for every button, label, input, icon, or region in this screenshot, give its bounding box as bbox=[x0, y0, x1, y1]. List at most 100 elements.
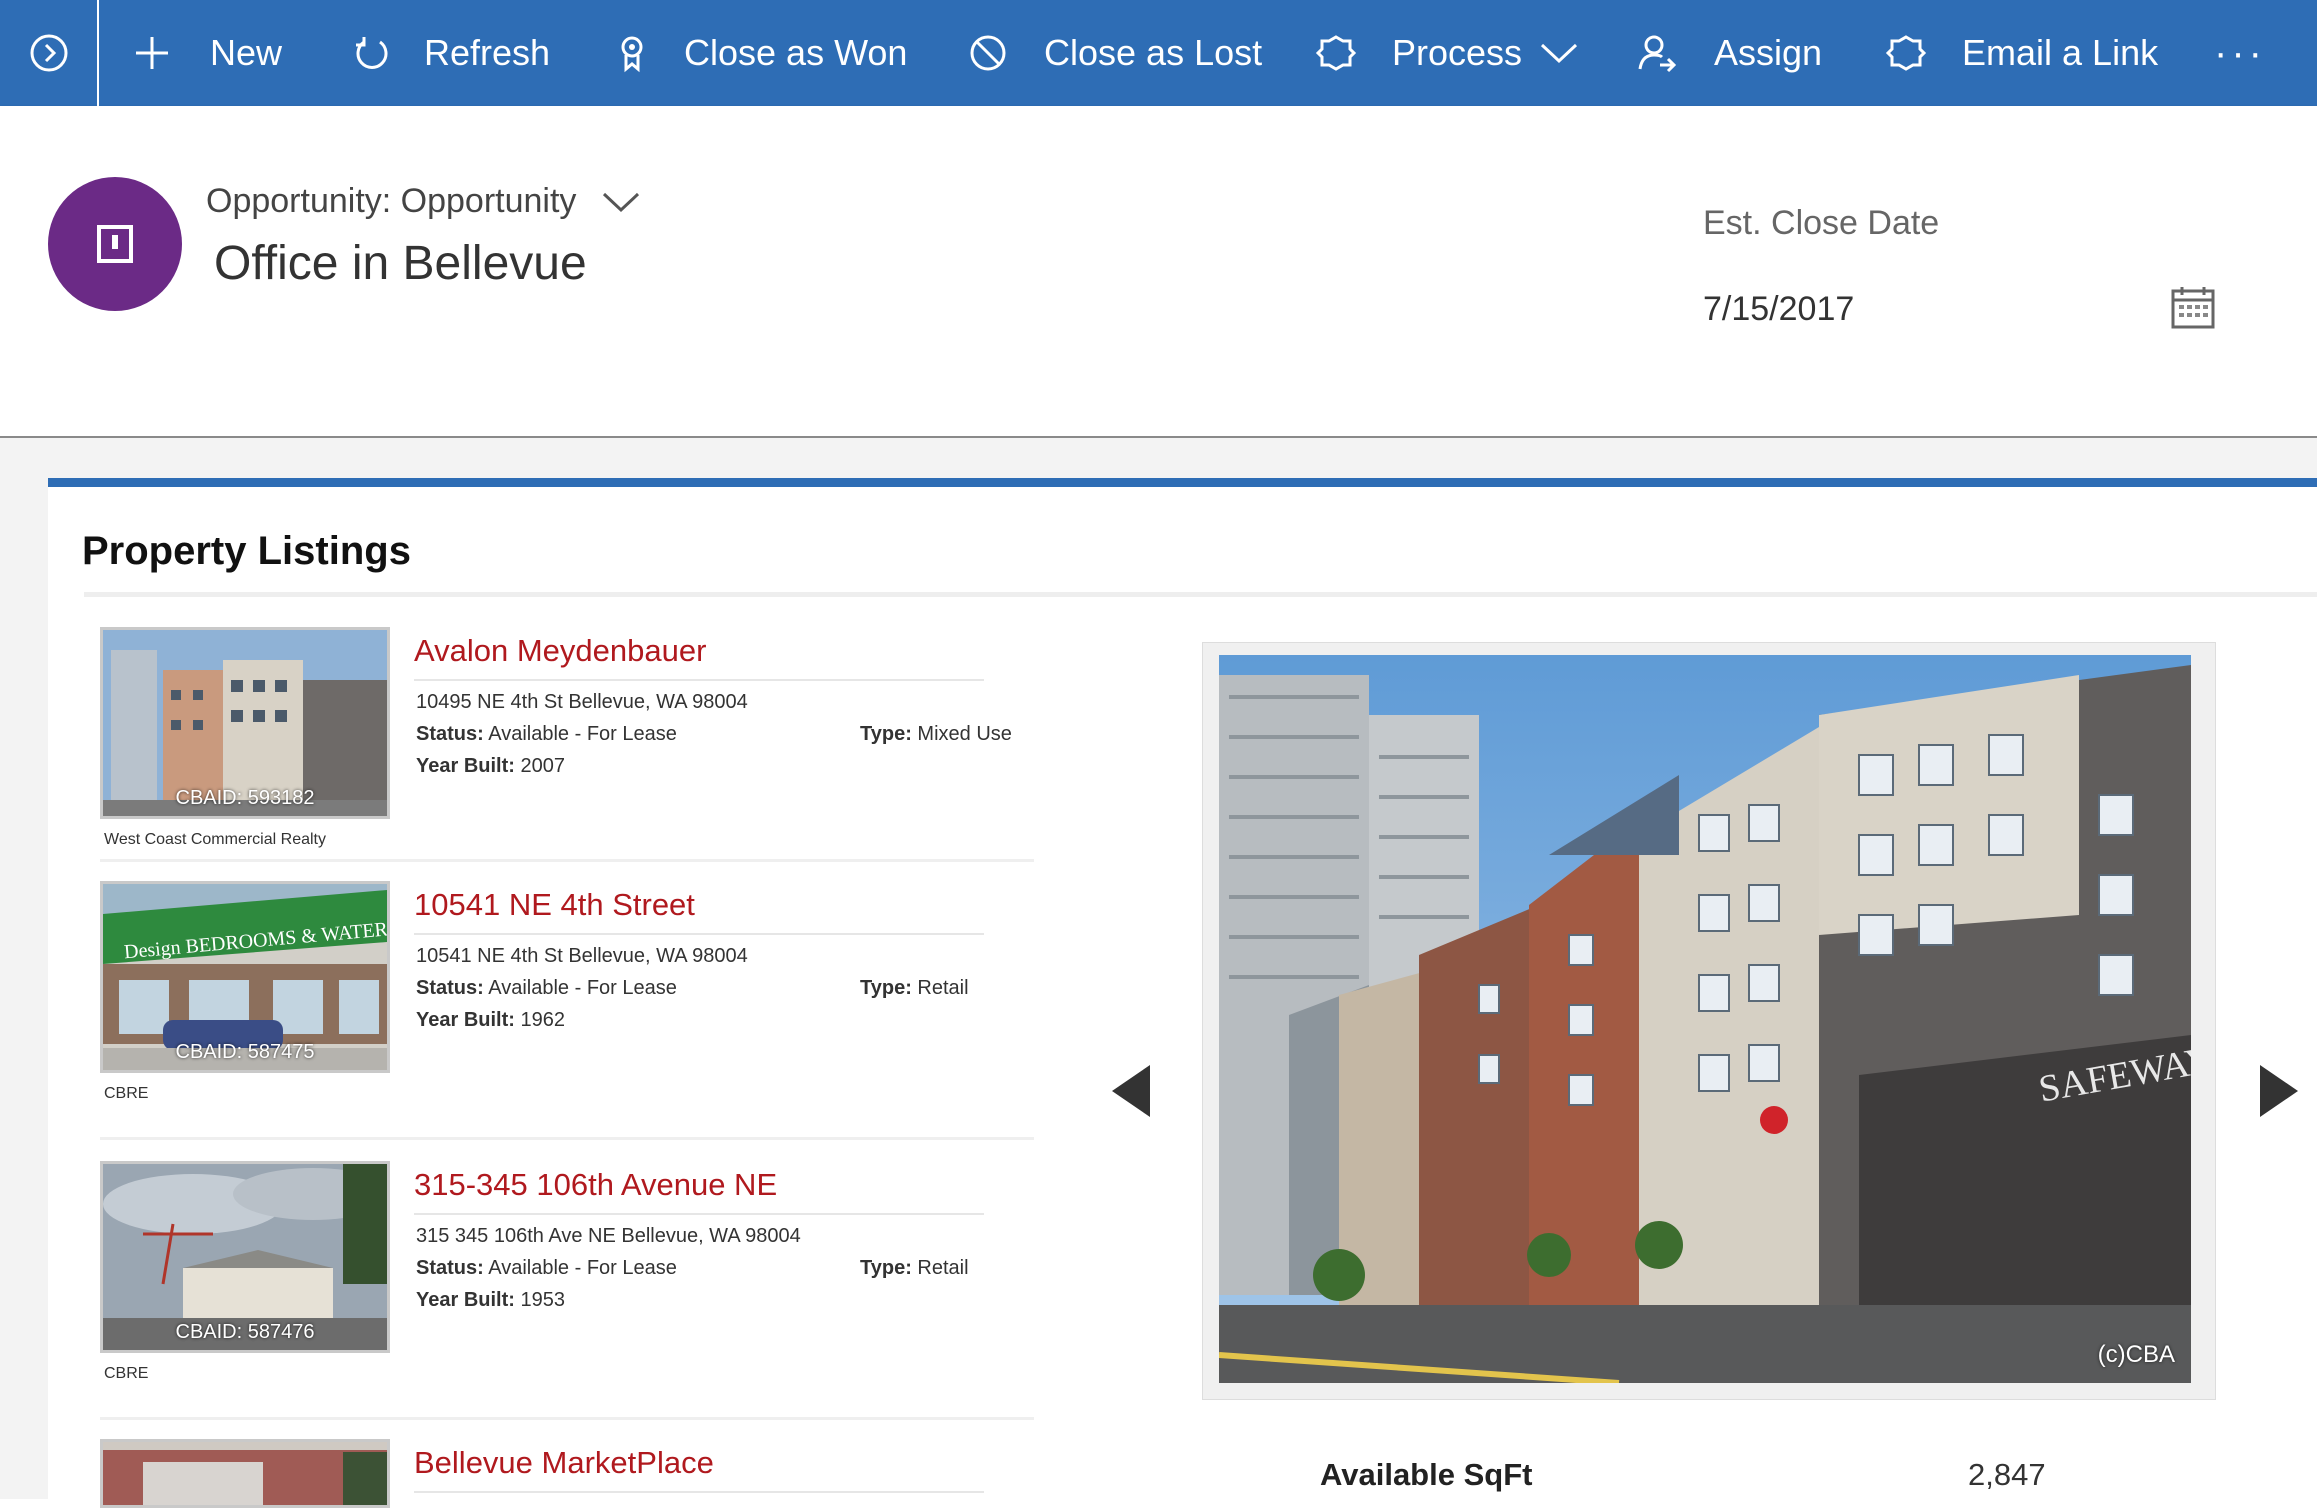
new-label: New bbox=[210, 32, 283, 73]
est-close-date-field[interactable]: 7/15/2017 bbox=[1703, 290, 1854, 329]
type-label: Type: bbox=[860, 723, 912, 745]
status-label: Status: bbox=[416, 977, 484, 999]
listing-address: 10495 NE 4th St Bellevue, WA 98004 bbox=[416, 691, 748, 713]
refresh-button[interactable]: Refresh bbox=[350, 0, 550, 106]
listing-address: 10541 NE 4th St Bellevue, WA 98004 bbox=[416, 945, 748, 967]
assign-button[interactable]: Assign bbox=[1636, 0, 1822, 106]
photo-copyright: (c)CBA bbox=[2097, 1341, 2175, 1368]
status-label: Status: bbox=[416, 1257, 484, 1279]
previous-arrow-icon[interactable] bbox=[1112, 1065, 1150, 1117]
listing-title-divider bbox=[414, 933, 984, 935]
assign-icon bbox=[1636, 31, 1680, 75]
property-listings-section: Property Listings CBAID: 593182 West Coa… bbox=[48, 478, 2317, 1508]
listing-year-built: Year Built: 1953 bbox=[416, 1289, 565, 1312]
entity-avatar bbox=[48, 177, 182, 311]
email-link-icon bbox=[1884, 31, 1928, 75]
listing-item[interactable]: Bellevue MarketPlace bbox=[100, 1439, 1000, 1508]
listing-status: Status: Available - For Lease bbox=[416, 723, 677, 746]
year-label: Year Built: bbox=[416, 1289, 515, 1311]
status-value: Available - For Lease bbox=[488, 977, 677, 999]
status-value: Available - For Lease bbox=[488, 1257, 677, 1279]
listing-broker: CBRE bbox=[104, 1365, 149, 1382]
section-title: Property Listings bbox=[82, 529, 411, 573]
chevron-down-icon bbox=[602, 190, 640, 214]
listing-separator bbox=[100, 1137, 1034, 1140]
status-value: Available - For Lease bbox=[488, 723, 677, 745]
listing-cbaid: CBAID: 587475 bbox=[175, 1041, 315, 1063]
nav-toggle-button[interactable] bbox=[0, 0, 99, 106]
form-selector[interactable]: Opportunity: Opportunity bbox=[206, 182, 640, 221]
email-a-link-label: Email a Link bbox=[1962, 32, 2159, 73]
section-divider bbox=[84, 592, 2317, 597]
listing-title-link[interactable]: 315-345 106th Avenue NE bbox=[414, 1167, 777, 1203]
year-value: 1962 bbox=[520, 1009, 565, 1031]
listing-separator bbox=[100, 1417, 1034, 1420]
refresh-label: Refresh bbox=[424, 32, 551, 73]
email-a-link-button[interactable]: Email a Link bbox=[1884, 0, 2158, 106]
property-image-carousel: SAFEWAY (c)CBA bbox=[1202, 642, 2216, 1400]
listing-title-divider bbox=[414, 679, 984, 681]
property-photo: SAFEWAY (c)CBA bbox=[1219, 655, 2191, 1383]
listing-title-divider bbox=[414, 1213, 984, 1215]
listing-type: Type: Retail bbox=[860, 977, 969, 1000]
year-value: 1953 bbox=[520, 1289, 565, 1311]
listing-title-link[interactable]: Avalon Meydenbauer bbox=[414, 633, 706, 669]
available-sqft-label: Available SqFt bbox=[1320, 1457, 1533, 1492]
block-icon bbox=[966, 31, 1010, 75]
listing-address: 315 345 106th Ave NE Bellevue, WA 98004 bbox=[416, 1225, 801, 1247]
year-value: 2007 bbox=[520, 755, 565, 777]
close-as-lost-button[interactable]: Close as Lost bbox=[966, 0, 1262, 106]
command-bar: New Refresh Close as Won Close as Lost P… bbox=[0, 0, 2317, 106]
listing-broker: West Coast Commercial Realty bbox=[104, 831, 326, 848]
new-button[interactable]: New bbox=[130, 0, 282, 106]
listing-type: Type: Retail bbox=[860, 1257, 969, 1280]
listing-year-built: Year Built: 2007 bbox=[416, 755, 565, 778]
close-as-won-button[interactable]: Close as Won bbox=[610, 0, 907, 106]
process-button[interactable]: Process bbox=[1314, 0, 1578, 106]
listing-title-link[interactable]: Bellevue MarketPlace bbox=[414, 1445, 714, 1481]
year-label: Year Built: bbox=[416, 755, 515, 777]
record-header: Opportunity: Opportunity Office in Belle… bbox=[0, 106, 2317, 439]
listing-thumbnail[interactable]: Design BEDROOMS & WATERBEDS CBAID: 58747… bbox=[100, 881, 390, 1073]
ribbon-icon bbox=[610, 31, 654, 75]
process-label: Process bbox=[1392, 32, 1523, 73]
assign-label: Assign bbox=[1714, 32, 1823, 73]
listing-status: Status: Available - For Lease bbox=[416, 1257, 677, 1280]
type-value: Retail bbox=[917, 977, 969, 999]
listing-title-divider bbox=[414, 1491, 984, 1493]
listing-thumbnail[interactable]: CBAID: 593182 bbox=[100, 627, 390, 819]
type-label: Type: bbox=[860, 1257, 912, 1279]
opportunity-icon bbox=[97, 225, 133, 263]
calendar-icon bbox=[2171, 287, 2215, 329]
more-commands-button[interactable]: ··· bbox=[2210, 0, 2270, 106]
status-label: Status: bbox=[416, 723, 484, 745]
est-close-date-label: Est. Close Date bbox=[1703, 204, 1940, 242]
year-label: Year Built: bbox=[416, 1009, 515, 1031]
listing-type: Type: Mixed Use bbox=[860, 723, 1012, 746]
listing-cbaid: CBAID: 587476 bbox=[175, 1321, 315, 1343]
type-label: Type: bbox=[860, 977, 912, 999]
chevron-down-icon bbox=[1540, 41, 1578, 65]
close-as-won-label: Close as Won bbox=[684, 32, 908, 73]
available-sqft-value: 2,847 bbox=[1968, 1457, 2046, 1492]
listing-thumbnail[interactable] bbox=[100, 1439, 390, 1508]
entity-type-label: Opportunity: Opportunity bbox=[206, 182, 577, 220]
record-title: Office in Bellevue bbox=[214, 237, 587, 290]
listing-thumbnail[interactable]: CBAID: 587476 bbox=[100, 1161, 390, 1353]
type-value: Retail bbox=[917, 1257, 969, 1279]
listing-year-built: Year Built: 1962 bbox=[416, 1009, 565, 1032]
listing-cbaid: CBAID: 593182 bbox=[175, 787, 315, 809]
chevron-circle-icon bbox=[30, 34, 67, 72]
calendar-button[interactable] bbox=[2170, 286, 2216, 330]
refresh-icon bbox=[350, 31, 394, 75]
listing-separator bbox=[100, 859, 1034, 862]
close-as-lost-label: Close as Lost bbox=[1044, 32, 1263, 73]
form-body: Property Listings CBAID: 593182 West Coa… bbox=[0, 438, 2317, 1508]
process-icon bbox=[1314, 31, 1358, 75]
type-value: Mixed Use bbox=[917, 723, 1012, 745]
next-arrow-icon[interactable] bbox=[2260, 1065, 2298, 1117]
listing-status: Status: Available - For Lease bbox=[416, 977, 677, 1000]
listing-broker: CBRE bbox=[104, 1085, 149, 1102]
plus-icon bbox=[130, 31, 174, 75]
listing-title-link[interactable]: 10541 NE 4th Street bbox=[414, 887, 695, 923]
